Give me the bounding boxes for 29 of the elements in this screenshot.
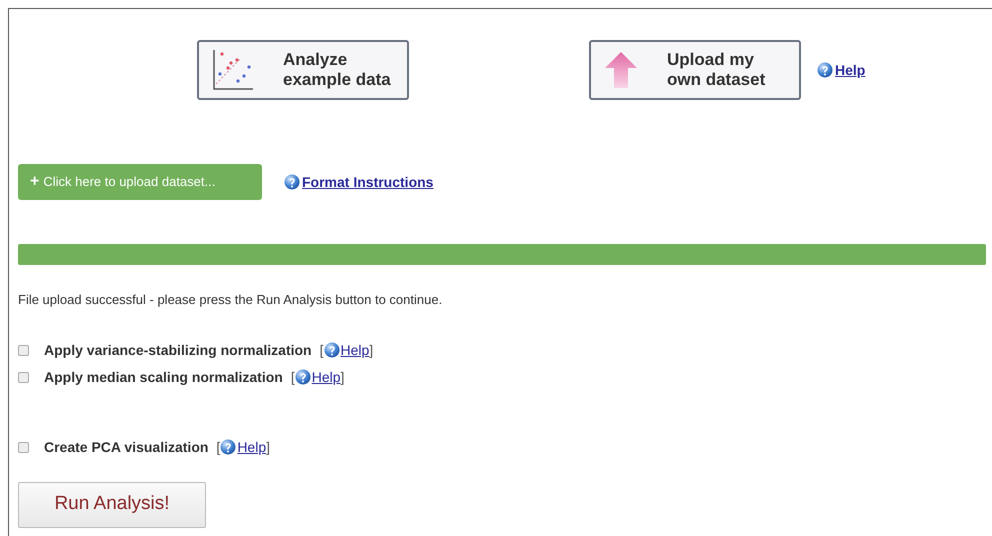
bracket: [ [320, 340, 324, 360]
help-icon [817, 62, 833, 78]
help-icon [284, 174, 300, 190]
checkbox[interactable] [18, 344, 29, 356]
bracket: ] [369, 340, 374, 360]
help-icon [324, 342, 340, 358]
option-label: Apply median scaling normalization [44, 368, 283, 387]
bracket: ] [340, 368, 344, 387]
status-message: File upload successful - please press the Run Analysis button to continue. [17, 291, 444, 309]
checkbox[interactable] [18, 442, 29, 452]
scatter-plot-icon [211, 48, 255, 92]
help-link[interactable]: Help [817, 60, 866, 80]
mode-button[interactable]: Analyze example data [197, 40, 409, 100]
bracket: ] [266, 438, 270, 457]
up-arrow-icon [603, 50, 639, 90]
bracket: [ [216, 438, 220, 457]
help-link[interactable]: Help [324, 340, 370, 360]
checkbox[interactable] [18, 372, 29, 382]
bracket: [ [290, 368, 295, 387]
mode-button[interactable]: Upload my own dataset [589, 40, 801, 100]
option-label: Apply variance-stabilizing normalization [44, 340, 312, 360]
format-instructions-link[interactable]: Format Instructions [284, 172, 434, 192]
help-link[interactable]: Help [294, 366, 341, 388]
plus-icon: + [30, 170, 40, 194]
option-label: Create PCA visualization [44, 438, 208, 456]
help-link[interactable]: Help [220, 436, 266, 458]
run-analysis-button[interactable]: Run Analysis! [18, 482, 206, 528]
help-icon [220, 439, 236, 455]
help-icon [294, 369, 311, 385]
